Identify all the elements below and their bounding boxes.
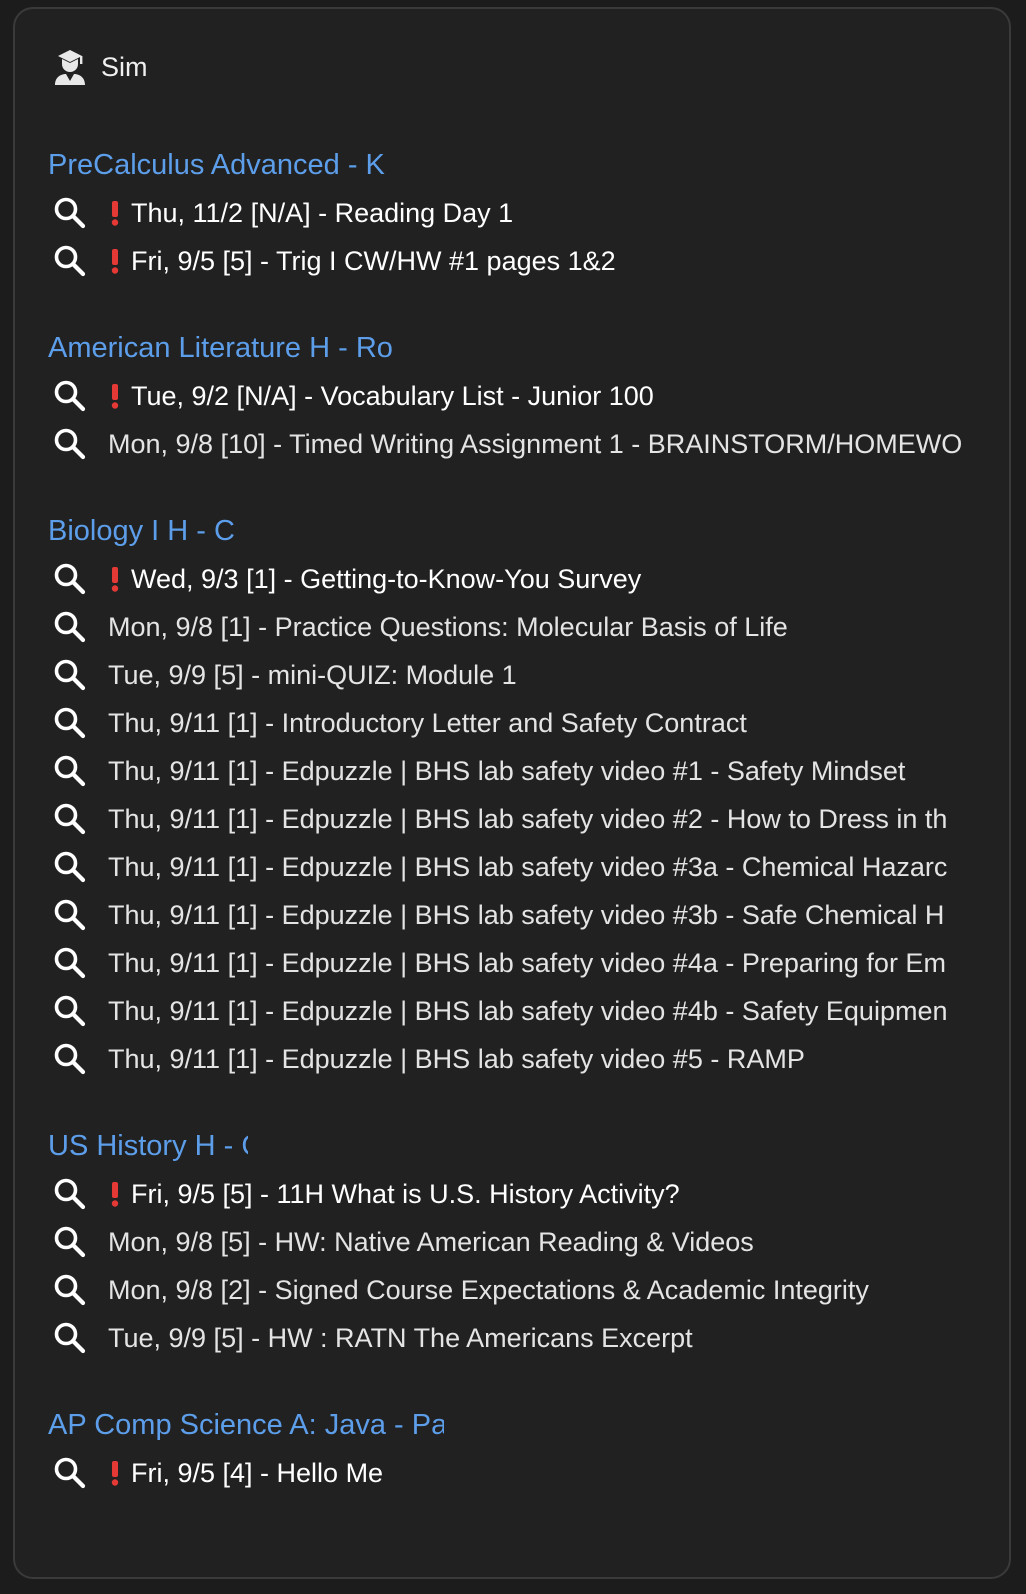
assignment-row: Thu, 9/11 [1] - Edpuzzle | BHS lab safet… — [48, 795, 988, 843]
search-icon[interactable] — [52, 609, 88, 645]
search-icon[interactable] — [52, 243, 88, 279]
assignment-text: Thu, 9/11 [1] - Edpuzzle | BHS lab safet… — [108, 803, 948, 834]
course-title-link[interactable]: US History H - G — [48, 1122, 248, 1170]
assignment-row: Tue, 9/9 [5] - mini-QUIZ: Module 1 — [48, 651, 988, 699]
course-section: American Literature H - Ro Tue, 9/2 [N/A]… — [48, 324, 988, 468]
search-icon[interactable] — [52, 753, 88, 789]
exclamation-icon — [108, 564, 122, 594]
assignment-text: Tue, 9/9 [5] - mini-QUIZ: Module 1 — [108, 659, 517, 690]
assignment-text: Wed, 9/3 [1] - Getting-to-Know-You Surve… — [131, 563, 642, 594]
search-icon[interactable] — [52, 1272, 88, 1308]
course-title-link[interactable]: AP Comp Science A: Java - Pa — [48, 1401, 444, 1449]
assignment-text: Fri, 9/5 [5] - Trig I CW/HW #1 pages 1&2 — [131, 245, 616, 276]
assignment-text: Thu, 11/2 [N/A] - Reading Day 1 — [131, 197, 514, 228]
assignment-row: Tue, 9/9 [5] - HW : RATN The Americans E… — [48, 1314, 988, 1362]
assignment-row: Fri, 9/5 [4] - Hello Me — [48, 1449, 988, 1497]
search-icon[interactable] — [52, 378, 88, 414]
search-icon[interactable] — [52, 195, 88, 231]
assignment-row: Mon, 9/8 [2] - Signed Course Expectation… — [48, 1266, 988, 1314]
assignment-row: Thu, 9/11 [1] - Edpuzzle | BHS lab safet… — [48, 1035, 988, 1083]
assignment-text: Fri, 9/5 [4] - Hello Me — [131, 1457, 384, 1488]
assignment-row: Thu, 9/11 [1] - Introductory Letter and … — [48, 699, 988, 747]
assignment-text: Thu, 9/11 [1] - Edpuzzle | BHS lab safet… — [108, 851, 948, 882]
search-icon[interactable] — [52, 849, 88, 885]
exclamation-icon — [108, 1458, 122, 1488]
course-section: PreCalculus Advanced - K Thu, 11/2 [N/A] … — [48, 141, 988, 285]
search-icon[interactable] — [52, 1320, 88, 1356]
assignment-row: Fri, 9/5 [5] - Trig I CW/HW #1 pages 1&2 — [48, 237, 988, 285]
search-icon[interactable] — [52, 1041, 88, 1077]
assignment-text: Thu, 9/11 [1] - Edpuzzle | BHS lab safet… — [108, 899, 945, 930]
assignment-text: Thu, 9/11 [1] - Edpuzzle | BHS lab safet… — [108, 1043, 805, 1074]
exclamation-icon — [108, 1179, 122, 1209]
assignment-row: Thu, 9/11 [1] - Edpuzzle | BHS lab safet… — [48, 939, 988, 987]
course-section: AP Comp Science A: Java - Pa Fri, 9/5 [4]… — [48, 1401, 988, 1497]
course-title-link[interactable]: American Literature H - Ro — [48, 324, 396, 372]
exclamation-icon — [108, 246, 122, 276]
assignment-row: Thu, 9/11 [1] - Edpuzzle | BHS lab safet… — [48, 843, 988, 891]
assignment-row: Tue, 9/2 [N/A] - Vocabulary List - Junio… — [48, 372, 988, 420]
card-header: Sim — [52, 45, 153, 89]
search-icon[interactable] — [52, 801, 88, 837]
search-icon[interactable] — [52, 561, 88, 597]
assignment-text: Thu, 9/11 [1] - Edpuzzle | BHS lab safet… — [108, 947, 946, 978]
assignment-row: Thu, 9/11 [1] - Edpuzzle | BHS lab safet… — [48, 747, 988, 795]
assignment-text: Mon, 9/8 [1] - Practice Questions: Molec… — [108, 611, 788, 642]
assignment-text: Mon, 9/8 [2] - Signed Course Expectation… — [108, 1274, 869, 1305]
course-list: PreCalculus Advanced - K Thu, 11/2 [N/A] … — [48, 141, 988, 1536]
assignment-row: Mon, 9/8 [10] - Timed Writing Assignment… — [48, 420, 988, 468]
search-icon[interactable] — [52, 993, 88, 1029]
assignment-text: Mon, 9/8 [10] - Timed Writing Assignment… — [108, 428, 963, 459]
student-name: Sim — [101, 51, 148, 82]
assignment-text: Fri, 9/5 [5] - 11H What is U.S. History … — [131, 1178, 680, 1209]
search-icon[interactable] — [52, 1224, 88, 1260]
assignment-text: Tue, 9/9 [5] - HW : RATN The Americans E… — [108, 1322, 693, 1353]
assignment-row: Wed, 9/3 [1] - Getting-to-Know-You Surve… — [48, 555, 988, 603]
assignment-text: Thu, 9/11 [1] - Introductory Letter and … — [108, 707, 747, 738]
search-icon[interactable] — [52, 1455, 88, 1491]
search-icon[interactable] — [52, 657, 88, 693]
assignment-row: Fri, 9/5 [5] - 11H What is U.S. History … — [48, 1170, 988, 1218]
search-icon[interactable] — [52, 1176, 88, 1212]
course-title-link[interactable]: Biology I H - C — [48, 507, 248, 555]
course-section: Biology I H - C Wed, 9/3 [1] - Getting-to… — [48, 507, 988, 1083]
search-icon[interactable] — [52, 897, 88, 933]
search-icon[interactable] — [52, 705, 88, 741]
student-icon — [52, 47, 88, 87]
exclamation-icon — [108, 198, 122, 228]
assignment-row: Mon, 9/8 [1] - Practice Questions: Molec… — [48, 603, 988, 651]
exclamation-icon — [108, 381, 122, 411]
assignment-text: Thu, 9/11 [1] - Edpuzzle | BHS lab safet… — [108, 755, 906, 786]
course-section: US History H - G Fri, 9/5 [5] - 11H What … — [48, 1122, 988, 1362]
assignments-card: Sim PreCalculus Advanced - K Thu, 11/2 [N… — [13, 7, 1011, 1579]
assignment-row: Mon, 9/8 [5] - HW: Native American Readi… — [48, 1218, 988, 1266]
assignment-row: Thu, 11/2 [N/A] - Reading Day 1 — [48, 189, 988, 237]
search-icon[interactable] — [52, 426, 88, 462]
assignment-text: Tue, 9/2 [N/A] - Vocabulary List - Junio… — [131, 380, 654, 411]
assignment-row: Thu, 9/11 [1] - Edpuzzle | BHS lab safet… — [48, 987, 988, 1035]
assignment-text: Mon, 9/8 [5] - HW: Native American Readi… — [108, 1226, 754, 1257]
course-title-link[interactable]: PreCalculus Advanced - K — [48, 141, 396, 189]
assignment-text: Thu, 9/11 [1] - Edpuzzle | BHS lab safet… — [108, 995, 948, 1026]
assignment-row: Thu, 9/11 [1] - Edpuzzle | BHS lab safet… — [48, 891, 988, 939]
search-icon[interactable] — [52, 945, 88, 981]
